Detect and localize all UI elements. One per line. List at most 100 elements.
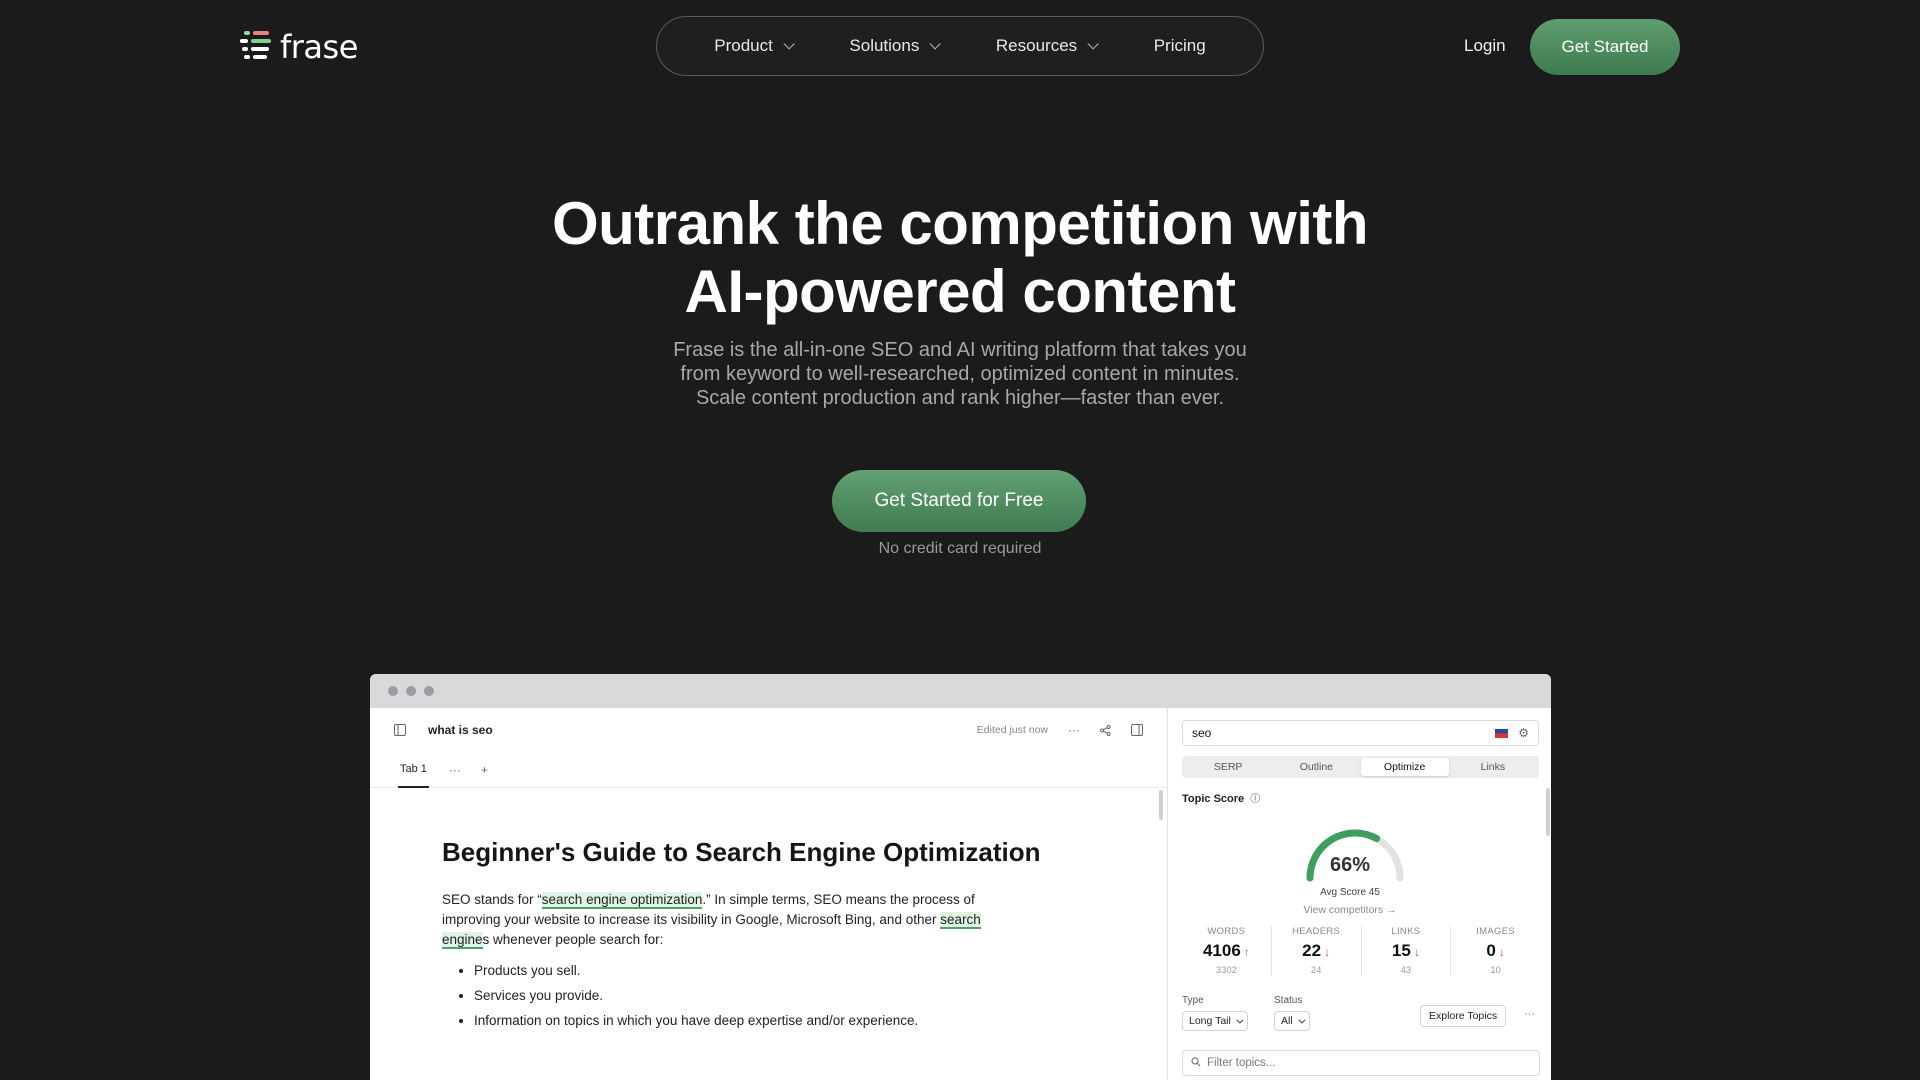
tab-serp[interactable]: SERP xyxy=(1184,758,1272,776)
login-link[interactable]: Login xyxy=(1464,36,1506,56)
nav-label: Solutions xyxy=(849,36,920,55)
window-dot-icon xyxy=(424,686,434,696)
topic-score-text: Topic Score xyxy=(1182,793,1245,805)
tab-outline[interactable]: Outline xyxy=(1272,758,1360,776)
editor-scrollbar[interactable] xyxy=(1159,790,1163,820)
tab-options-icon[interactable]: ··· xyxy=(449,763,461,777)
more-options-icon[interactable]: ··· xyxy=(1068,723,1080,737)
us-flag-icon[interactable] xyxy=(1495,728,1509,738)
content-stats: WORDS 4106 ↑ 3302 HEADERS 22 ↓ 24 LINKS 15… xyxy=(1182,926,1540,976)
para-text: SEO stands for “ xyxy=(442,892,542,907)
main-nav: Product Solutions Resources Pricing xyxy=(656,16,1264,76)
para-text: s whenever people search for: xyxy=(482,932,664,947)
tab-links[interactable]: Links xyxy=(1449,758,1537,776)
highlighted-term[interactable]: search engine optimization xyxy=(541,892,703,909)
stat-number: 22 xyxy=(1302,941,1322,960)
stat-label: IMAGES xyxy=(1476,926,1515,937)
stat-number: 4106 xyxy=(1202,941,1241,960)
document-list: Products you sell. Services you provide.… xyxy=(442,958,1090,1033)
stat-images: IMAGES 0 ↓ 10 xyxy=(1451,926,1540,976)
get-started-button[interactable]: Get Started xyxy=(1530,19,1680,75)
no-credit-card-note: No credit card required xyxy=(878,540,1042,557)
share-icon[interactable] xyxy=(1100,724,1111,736)
document-heading: Beginner's Guide to Search Engine Optimi… xyxy=(442,837,1041,867)
stat-value: 4106 ↑ xyxy=(1182,941,1271,961)
window-titlebar xyxy=(370,674,1551,708)
avg-score: Avg Score 45 xyxy=(1320,887,1380,898)
stat-links: LINKS 15 ↓ 43 xyxy=(1362,926,1452,976)
stat-number: 0 xyxy=(1486,941,1496,960)
arrow-up-icon: ↑ xyxy=(1243,945,1250,959)
document-paragraph: SEO stands for “search engine optimizati… xyxy=(442,890,1022,950)
chevron-down-icon xyxy=(1236,1016,1244,1024)
chevron-down-icon xyxy=(783,38,795,50)
tab-optimize[interactable]: Optimize xyxy=(1360,758,1449,776)
filter-topics-input[interactable]: Filter topics... xyxy=(1182,1050,1540,1076)
add-tab-icon[interactable]: + xyxy=(481,763,488,777)
status-label: Status xyxy=(1274,995,1303,1006)
status-select[interactable]: All xyxy=(1274,1011,1310,1031)
nav-label: Product xyxy=(714,36,773,55)
sidebar-toggle-icon[interactable] xyxy=(394,724,406,736)
editor-toolbar: what is seo Edited just now ··· xyxy=(370,708,1167,752)
frase-logo-icon xyxy=(240,29,274,65)
more-options-icon[interactable]: ··· xyxy=(1524,1008,1535,1020)
list-item: Information on topics in which you have … xyxy=(474,1008,1090,1033)
explore-topics-button[interactable]: Explore Topics xyxy=(1420,1005,1507,1027)
nav-label: Pricing xyxy=(1153,36,1206,55)
arrow-down-icon: ↓ xyxy=(1498,945,1505,959)
nav-label: Resources xyxy=(995,36,1078,55)
document-title[interactable]: what is seo xyxy=(428,723,493,737)
frase-logo[interactable]: frase xyxy=(240,28,358,66)
get-started-free-button[interactable]: Get Started for Free xyxy=(832,470,1086,532)
hero-title: Outrank the competition with AI-powered … xyxy=(0,190,1920,326)
chevron-down-icon xyxy=(1298,1016,1306,1024)
view-competitors-link[interactable]: View competitors → xyxy=(1295,904,1405,916)
chevron-down-icon xyxy=(1087,38,1099,50)
stat-words: WORDS 4106 ↑ 3302 xyxy=(1182,926,1272,976)
arrow-down-icon: ↓ xyxy=(1413,945,1420,959)
app-preview-window: what is seo Edited just now ··· Tab 1 ··… xyxy=(370,674,1551,1080)
stat-headers: HEADERS 22 ↓ 24 xyxy=(1272,926,1362,976)
panel-scrollbar[interactable] xyxy=(1546,788,1550,836)
tab-1[interactable]: Tab 1 xyxy=(398,752,429,788)
stat-number: 15 xyxy=(1391,941,1411,960)
list-item: Services you provide. xyxy=(474,983,1090,1008)
window-dot-icon xyxy=(406,686,416,696)
nav-item-product[interactable]: Product xyxy=(714,36,795,56)
keyword-value: seo xyxy=(1192,726,1212,740)
optimize-panel: seo ⚙ SERP Outline Optimize Links Topic … xyxy=(1167,708,1551,1080)
keyword-search-input[interactable]: seo ⚙ xyxy=(1182,720,1539,746)
chevron-down-icon xyxy=(929,38,942,50)
gauge-arc xyxy=(1306,829,1404,882)
hero-subtitle-line: Frase is the all-in-one SEO and AI writi… xyxy=(673,339,1247,361)
type-label: Type xyxy=(1182,995,1204,1006)
window-dot-icon xyxy=(388,686,398,696)
nav-item-solutions[interactable]: Solutions xyxy=(849,36,942,56)
stat-value: 15 ↓ xyxy=(1362,941,1451,961)
stat-label: LINKS xyxy=(1391,926,1421,937)
stat-target: 3302 xyxy=(1215,965,1237,976)
document-tabs: Tab 1 ··· + xyxy=(370,752,1167,788)
info-icon[interactable]: ⓘ xyxy=(1250,790,1260,805)
stat-value: 0 ↓ xyxy=(1451,941,1540,961)
stat-label: WORDS xyxy=(1207,926,1246,937)
stat-target: 10 xyxy=(1490,965,1501,976)
status-value: All xyxy=(1281,1015,1293,1027)
view-competitors-text: View competitors xyxy=(1303,904,1384,916)
stat-label: HEADERS xyxy=(1292,926,1341,937)
hero-title-line: AI-powered content xyxy=(684,258,1236,325)
type-select[interactable]: Long Tail xyxy=(1182,1011,1248,1031)
panel-toggle-icon[interactable] xyxy=(1131,724,1143,736)
document-body[interactable]: Beginner's Guide to Search Engine Optimi… xyxy=(370,788,1090,1033)
topic-score-value: 66% xyxy=(1329,854,1371,876)
panel-tabs: SERP Outline Optimize Links xyxy=(1182,756,1539,778)
nav-item-resources[interactable]: Resources xyxy=(995,36,1099,56)
arrow-right-icon: → xyxy=(1386,904,1397,916)
document-editor: what is seo Edited just now ··· Tab 1 ··… xyxy=(370,708,1167,1080)
nav-item-pricing[interactable]: Pricing xyxy=(1154,36,1206,56)
topic-score-gauge: 66% Avg Score 45 View competitors → xyxy=(1295,818,1415,928)
hero-title-line: Outrank the competition with xyxy=(551,190,1369,257)
hero-subtitle: Frase is the all-in-one SEO and AI writi… xyxy=(0,338,1920,410)
settings-icon[interactable]: ⚙ xyxy=(1518,726,1529,740)
